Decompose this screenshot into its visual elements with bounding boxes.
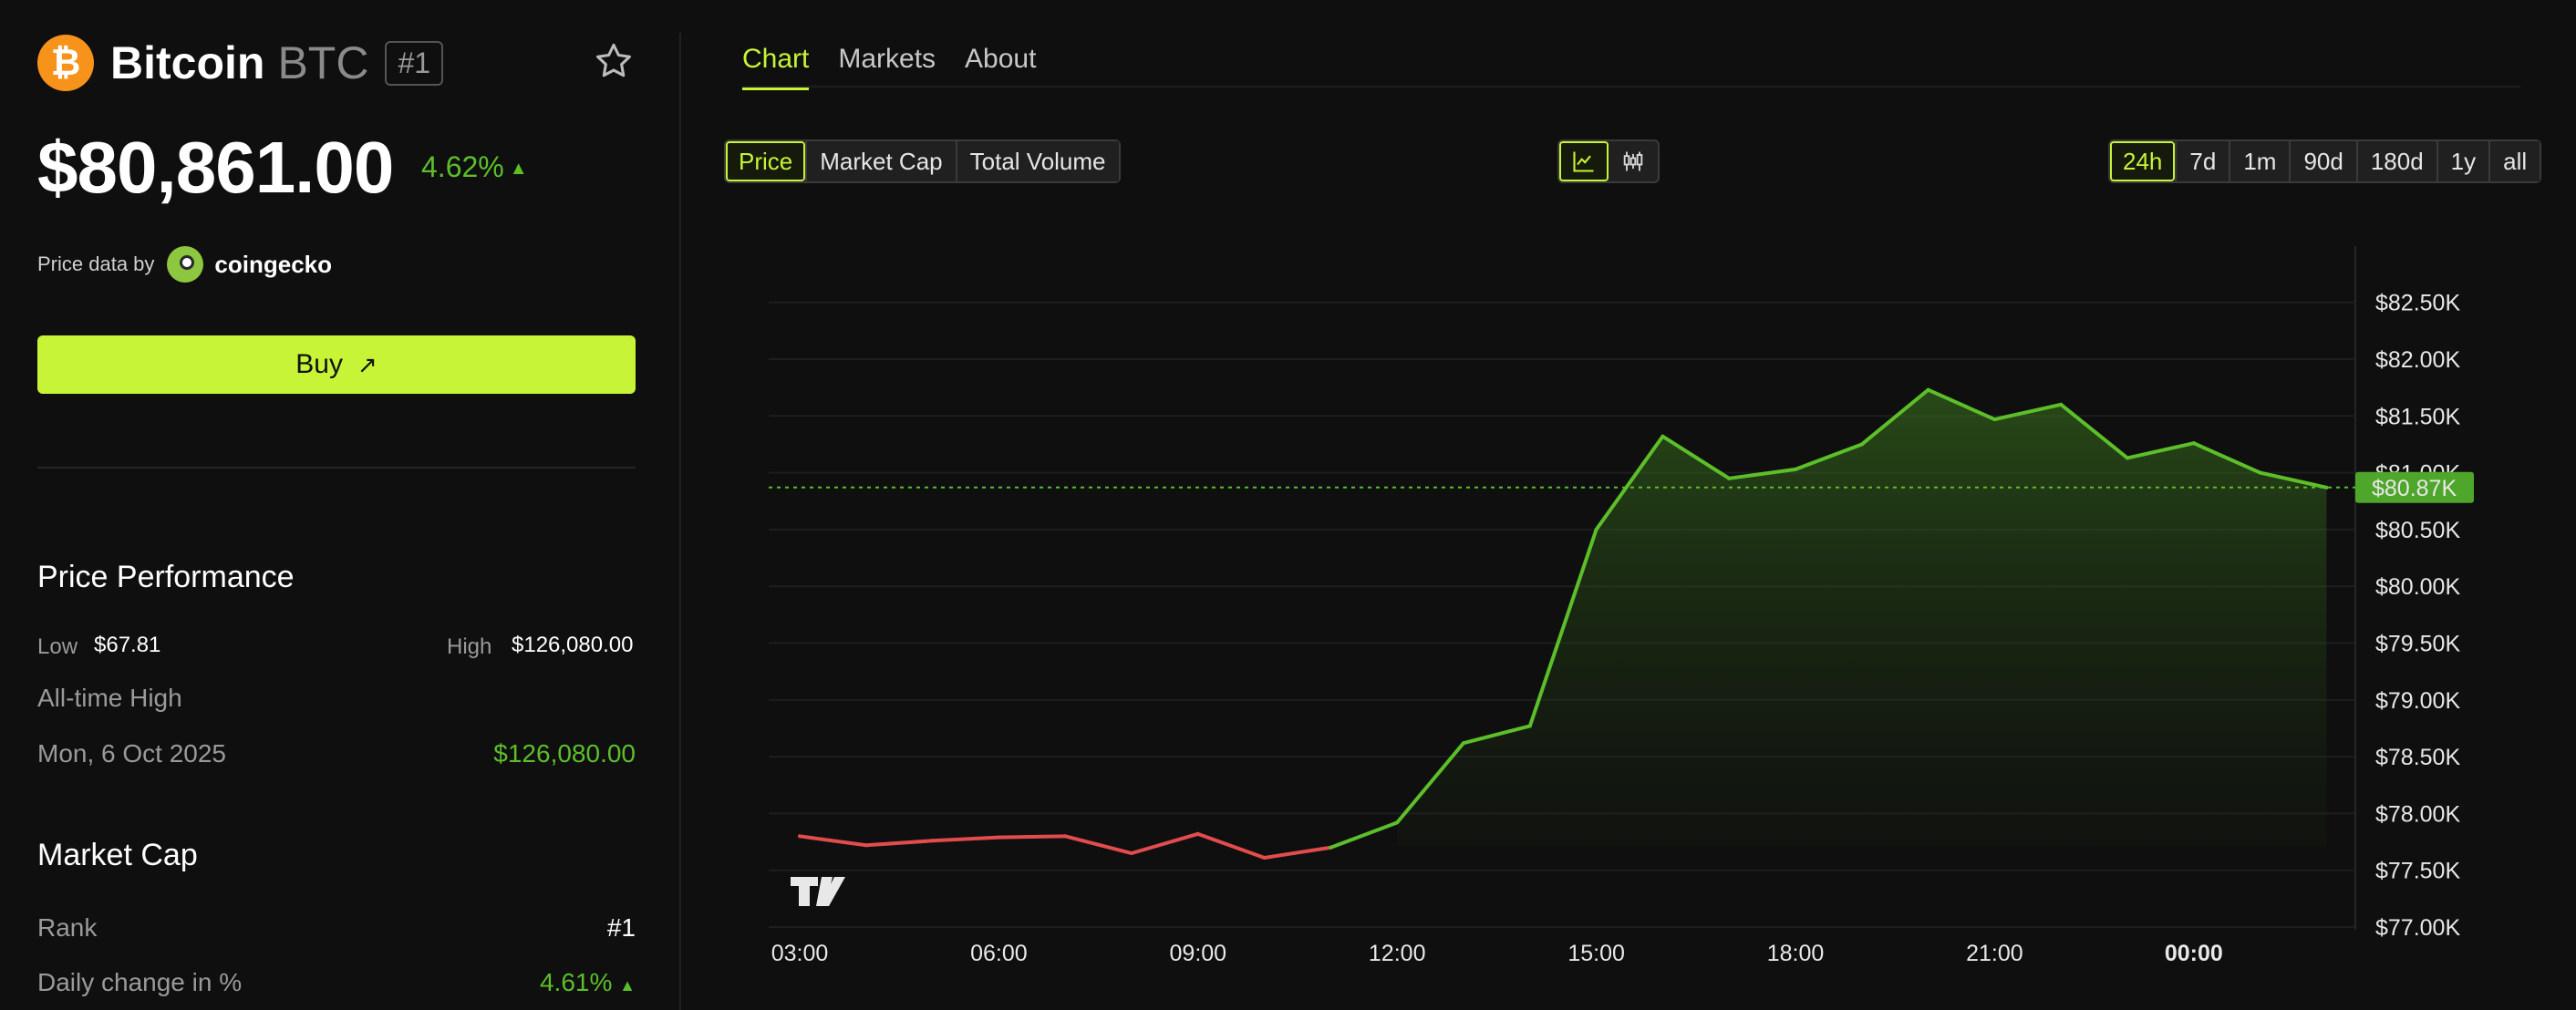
candlestick-button[interactable] xyxy=(1609,141,1658,181)
price-chart[interactable]: $77.00K $77.50K $78.00K $78.50K $79.00K $79.5… xyxy=(769,246,2501,966)
y-tick-label: $82.00K xyxy=(2375,347,2460,373)
y-tick-label: $78.00K xyxy=(2375,801,2460,827)
metric-market-cap[interactable]: Market Cap xyxy=(805,141,956,181)
x-tick-label: 09:00 xyxy=(1170,941,1227,966)
daily-change-number: 4.61% xyxy=(539,968,613,996)
price-change: 4.62% ▲ xyxy=(421,150,528,184)
chart-tabs: Chart Markets About xyxy=(742,44,1036,90)
range-all[interactable]: all xyxy=(2488,141,2540,181)
metric-price[interactable]: Price xyxy=(726,141,806,181)
range-1m[interactable]: 1m xyxy=(2229,141,2290,181)
price-line-segment xyxy=(997,834,1068,840)
rank-value: #1 xyxy=(606,913,636,942)
range-90d[interactable]: 90d xyxy=(2289,141,2356,181)
price-line-segment xyxy=(1130,831,1200,856)
price-line-segment xyxy=(864,839,935,848)
price-line-segment xyxy=(1063,834,1133,856)
price-data-provider[interactable]: coingecko xyxy=(214,251,332,279)
high-label: High xyxy=(447,634,492,659)
rank-badge: #1 xyxy=(385,40,444,86)
high-value: $126,080.00 xyxy=(512,633,634,657)
metric-total-volume[interactable]: Total Volume xyxy=(955,141,1119,181)
price-data-label: Price data by xyxy=(37,252,155,275)
price-data-attribution: Price data by coingecko xyxy=(37,246,332,283)
all-time-high-label: All-time High xyxy=(37,684,182,712)
up-arrow-icon: ▲ xyxy=(619,976,636,995)
buy-button-label: Buy xyxy=(295,349,343,379)
y-tick-label: $82.50K xyxy=(2375,291,2460,316)
low-value: $67.81 xyxy=(94,633,161,657)
range-180d[interactable]: 180d xyxy=(2355,141,2436,181)
price-line-segment xyxy=(1195,831,1267,860)
y-tick-label: $80.00K xyxy=(2375,574,2460,600)
range-24h[interactable]: 24h xyxy=(2110,141,2176,181)
candlestick-icon xyxy=(1623,151,1643,171)
y-tick-label: $78.50K xyxy=(2375,745,2460,770)
price-performance-title: Price Performance xyxy=(37,560,295,594)
all-time-high-value: $126,080.00 xyxy=(493,739,636,768)
divider xyxy=(37,467,636,469)
chart-type-toggle xyxy=(1557,139,1660,183)
tab-chart[interactable]: Chart xyxy=(742,44,810,90)
x-tick-label: 06:00 xyxy=(970,941,1028,966)
coin-symbol: BTC xyxy=(277,37,369,88)
current-price-label: $80.87K xyxy=(2372,476,2457,501)
star-icon[interactable] xyxy=(593,40,635,82)
price-line-segment xyxy=(1329,820,1400,850)
x-tick-label: 21:00 xyxy=(1966,941,2023,966)
y-tick-label: $79.50K xyxy=(2375,632,2460,657)
y-tick-label: $80.50K xyxy=(2375,518,2460,543)
x-tick-label: 00:00 xyxy=(2165,941,2223,966)
price-line-segment xyxy=(798,834,868,848)
line-chart-button[interactable] xyxy=(1559,141,1609,181)
coin-name: Bitcoin xyxy=(110,37,265,88)
market-cap-title: Market Cap xyxy=(37,838,198,872)
tab-markets[interactable]: Markets xyxy=(838,44,936,90)
price-line-segment xyxy=(1262,845,1333,860)
time-range-selector: 24h 7d 1m 90d 180d 1y all xyxy=(2108,139,2542,183)
price-chart-svg[interactable]: $77.00K $77.50K $78.00K $78.50K $79.00K $79.5… xyxy=(769,246,2501,966)
up-arrow-icon: ▲ xyxy=(509,159,528,180)
bitcoin-logo-icon: ₿ xyxy=(37,35,94,91)
y-tick-label: $81.50K xyxy=(2375,404,2460,429)
low-label: Low xyxy=(37,634,78,659)
tab-about[interactable]: About xyxy=(965,44,1036,90)
y-tick-label: $77.50K xyxy=(2375,859,2460,884)
arrow-up-right-icon: ↗ xyxy=(357,350,378,378)
rank-label: Rank xyxy=(37,913,98,942)
current-price: $80,861.00 xyxy=(37,127,394,208)
daily-change-value: 4.61% ▲ xyxy=(540,968,636,997)
coingecko-logo-icon xyxy=(167,246,204,283)
x-tick-label: 15:00 xyxy=(1567,941,1625,966)
price-area-fill xyxy=(1397,389,2327,846)
price-line-segment xyxy=(930,835,1001,843)
panel-divider xyxy=(679,33,681,1010)
price-change-value: 4.62% xyxy=(421,150,504,183)
line-chart-icon xyxy=(1573,151,1594,172)
range-7d[interactable]: 7d xyxy=(2175,141,2229,181)
x-tick-label: 03:00 xyxy=(771,941,829,966)
buy-button[interactable]: Buy ↗ xyxy=(37,335,636,394)
x-tick-label: 12:00 xyxy=(1369,941,1426,966)
metric-selector: Price Market Cap Total Volume xyxy=(724,139,1121,183)
all-time-high-date: Mon, 6 Oct 2025 xyxy=(37,739,227,768)
y-tick-label: $79.00K xyxy=(2375,688,2460,714)
x-tick-label: 18:00 xyxy=(1767,941,1825,966)
tradingview-logo xyxy=(791,877,845,906)
daily-change-label: Daily change in % xyxy=(37,968,243,996)
range-1y[interactable]: 1y xyxy=(2436,141,2489,181)
y-tick-label: $77.00K xyxy=(2375,915,2460,941)
tabs-underline xyxy=(742,86,2520,88)
coin-header: ₿ Bitcoin BTC #1 xyxy=(37,33,635,93)
coin-summary-panel: ₿ Bitcoin BTC #1 $80,861.00 4.62% ▲ Price… xyxy=(0,0,679,1010)
